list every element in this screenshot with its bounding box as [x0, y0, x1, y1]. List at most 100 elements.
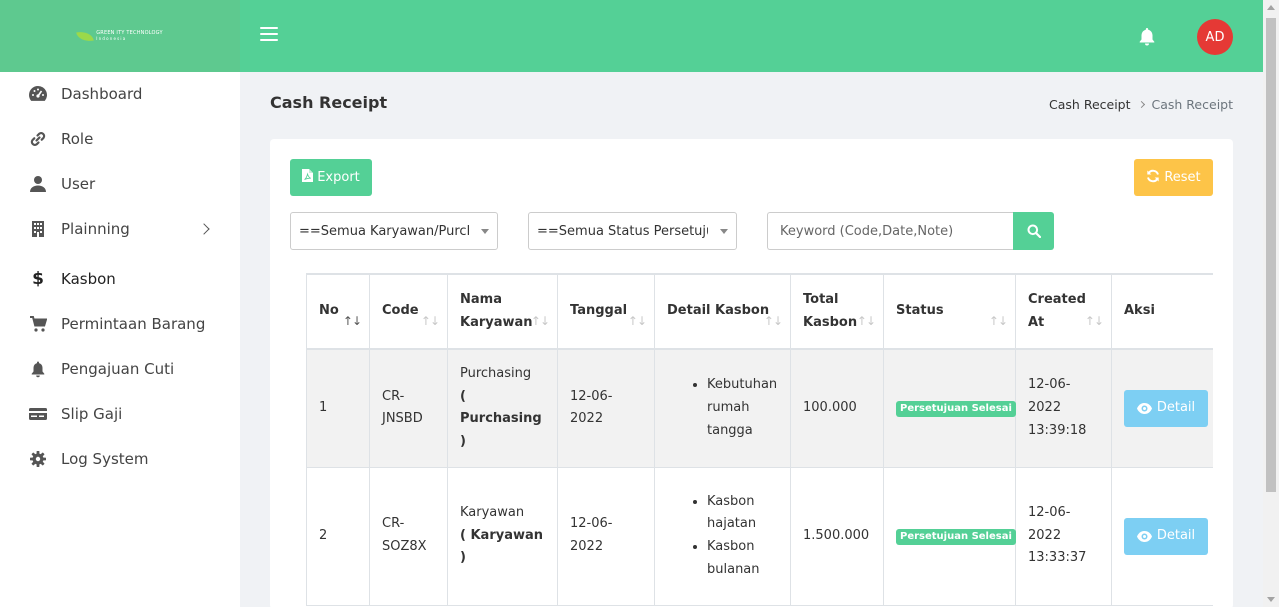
- breadcrumb: Cash Receipt Cash Receipt: [1049, 97, 1233, 112]
- detail-button[interactable]: Detail: [1124, 517, 1208, 555]
- cell-aksi: Detail: [1111, 466, 1213, 606]
- reset-button[interactable]: Reset: [1134, 159, 1213, 196]
- sidebar-item-label: Log System: [61, 450, 149, 468]
- sidebar-item-label: Pengajuan Cuti: [61, 360, 175, 378]
- caret-down-icon: [481, 229, 489, 234]
- gear-icon: [28, 449, 48, 469]
- user-avatar[interactable]: AD: [1197, 19, 1233, 55]
- chevron-right-icon: [198, 223, 210, 235]
- bell-icon: [28, 359, 48, 379]
- sort-icon: ↑↓: [420, 314, 440, 328]
- cell-nama: Karyawan( Karyawan ): [447, 466, 558, 606]
- content-card: Export Reset ==Semua Karyawan/Purch… ==S…: [270, 139, 1233, 607]
- cell-total: 100.000: [790, 348, 884, 468]
- breadcrumb-link[interactable]: Cash Receipt: [1049, 97, 1130, 112]
- sidebar-item-label: Slip Gaji: [61, 405, 123, 423]
- cell-tanggal: 12-06-2022: [557, 348, 655, 468]
- list-item: Kasbon hajatan: [707, 491, 778, 537]
- employee-filter-value: ==Semua Karyawan/Purch…: [299, 223, 469, 239]
- sidebar-item-role[interactable]: Role: [0, 119, 240, 159]
- cell-tanggal: 12-06-2022: [557, 466, 655, 606]
- list-item: Kebutuhan rumah tangga: [707, 374, 778, 442]
- scrollbar-thumb[interactable]: [1266, 18, 1276, 492]
- chevron-right-icon: [1137, 100, 1145, 109]
- detail-label: Detail: [1156, 527, 1196, 543]
- export-button[interactable]: Export: [290, 159, 372, 196]
- eye-icon: [1136, 402, 1152, 414]
- sidebar-item-user[interactable]: User: [0, 164, 240, 204]
- pdf-file-icon: [302, 169, 314, 186]
- detail-label: Detail: [1156, 399, 1196, 415]
- status-filter-select[interactable]: ==Semua Status Persetuju…: [528, 212, 737, 250]
- page-title: Cash Receipt: [270, 93, 388, 112]
- search-input[interactable]: [767, 212, 1013, 250]
- search-button[interactable]: [1013, 212, 1054, 250]
- sidebar-item-label: Plainning: [61, 220, 130, 238]
- sort-icon: ↑↓: [627, 314, 647, 328]
- sidebar-item-label: Dashboard: [61, 85, 143, 103]
- column-header-status[interactable]: Status ↑↓: [883, 273, 1016, 350]
- notification-bell-icon[interactable]: [1135, 25, 1159, 49]
- cell-code: CR-SOZ8X: [369, 466, 448, 606]
- table-header-row: No ↑↓ Code ↑↓ Nama Karyawan ↑↓ Tanggal ↑↓ Det…: [306, 273, 1213, 350]
- sidebar-item-kasbon[interactable]: $ Kasbon: [0, 259, 240, 299]
- cash-receipt-table: No ↑↓ Code ↑↓ Nama Karyawan ↑↓ Tanggal ↑↓ Det…: [306, 273, 1213, 606]
- sort-icon: ↑↓: [988, 314, 1008, 328]
- sidebar-item-permintaan-barang[interactable]: Permintaan Barang: [0, 304, 240, 344]
- cell-status: Persetujuan Selesai: [883, 466, 1016, 606]
- cell-created-at: 12-06-2022 13:39:18: [1015, 348, 1112, 468]
- scroll-up-arrow[interactable]: [1267, 5, 1275, 10]
- scroll-down-arrow[interactable]: [1267, 597, 1275, 602]
- caret-down-icon: [720, 229, 728, 234]
- sort-icon: ↑↓: [530, 314, 550, 328]
- search-icon: [1027, 224, 1041, 238]
- cell-nama: Purchasing( Purchasing ): [447, 348, 558, 468]
- status-badge: Persetujuan Selesai: [896, 400, 1016, 417]
- brand-logo[interactable]: GREEN ITY TECHNOLOGY Indonesia: [0, 0, 240, 72]
- table-container: No ↑↓ Code ↑↓ Nama Karyawan ↑↓ Tanggal ↑↓ Det…: [306, 273, 1213, 607]
- cell-detail-kasbon: Kasbon hajatanKasbon bulanan: [654, 466, 791, 606]
- cell-status: Persetujuan Selesai: [883, 348, 1016, 468]
- detail-button[interactable]: Detail: [1124, 389, 1208, 427]
- table-row: 1 CR-JNSBD Purchasing( Purchasing ) 12-0…: [306, 348, 1213, 468]
- table-row: 2 CR-SOZ8X Karyawan( Karyawan ) 12-06-20…: [306, 466, 1213, 606]
- sidebar-item-pengajuan-cuti[interactable]: Pengajuan Cuti: [0, 349, 240, 389]
- column-header-nama-karyawan[interactable]: Nama Karyawan ↑↓: [447, 273, 558, 350]
- sort-icon: ↑↓: [342, 314, 362, 328]
- column-header-code[interactable]: Code ↑↓: [369, 273, 448, 350]
- brand-subtitle: Indonesia: [96, 36, 127, 41]
- column-header-total-kasbon[interactable]: Total Kasbon ↑↓: [790, 273, 884, 350]
- page-scrollbar[interactable]: [1263, 0, 1279, 607]
- column-header-detail-kasbon[interactable]: Detail Kasbon ↑↓: [654, 273, 791, 350]
- employee-filter-select[interactable]: ==Semua Karyawan/Purch…: [290, 212, 498, 250]
- sidebar-item-log-system[interactable]: Log System: [0, 439, 240, 479]
- sidebar-item-label: Kasbon: [61, 270, 116, 288]
- building-icon: [28, 219, 48, 239]
- reset-label: Reset: [1164, 170, 1201, 185]
- sort-icon: ↑↓: [1084, 314, 1104, 328]
- eye-icon: [1136, 530, 1152, 542]
- column-header-tanggal[interactable]: Tanggal ↑↓: [557, 273, 655, 350]
- leaf-icon: [76, 29, 95, 43]
- cell-code: CR-JNSBD: [369, 348, 448, 468]
- sidebar-item-label: Role: [61, 130, 94, 148]
- user-icon: [28, 174, 48, 194]
- link-icon: [28, 129, 48, 149]
- sidebar-item-label: Permintaan Barang: [61, 315, 206, 333]
- refresh-icon: [1146, 169, 1160, 187]
- sort-icon: ↑↓: [763, 314, 783, 328]
- dollar-icon: $: [32, 269, 44, 289]
- sidebar-item-dashboard[interactable]: Dashboard: [0, 74, 240, 114]
- sidebar-item-plainning[interactable]: Plainning: [0, 209, 240, 249]
- cell-created-at: 12-06-2022 13:33:37: [1015, 466, 1112, 606]
- column-header-created-at[interactable]: Created At ↑↓: [1015, 273, 1112, 350]
- cell-aksi: Detail: [1111, 348, 1213, 468]
- cell-no: 2: [306, 466, 370, 606]
- logo-mark: GREEN ITY TECHNOLOGY Indonesia: [76, 29, 163, 43]
- status-filter-value: ==Semua Status Persetuju…: [537, 223, 708, 239]
- sidebar-item-slip-gaji[interactable]: Slip Gaji: [0, 394, 240, 434]
- cart-icon: [28, 314, 48, 334]
- breadcrumb-current: Cash Receipt: [1151, 97, 1233, 112]
- menu-icon[interactable]: [260, 27, 280, 43]
- column-header-no[interactable]: No ↑↓: [306, 273, 370, 350]
